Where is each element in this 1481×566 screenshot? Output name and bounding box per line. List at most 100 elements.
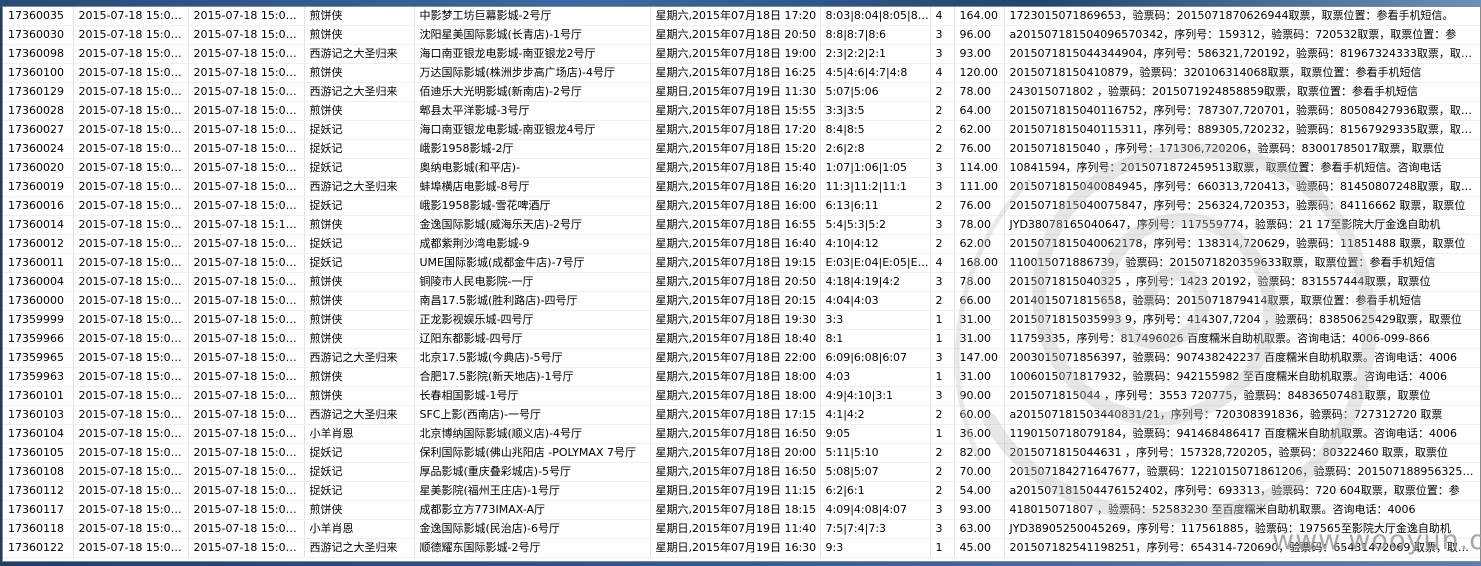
table-row[interactable]: 17360112 2015-07-18 15:04:48 2015-07-18 15… xyxy=(3,481,1480,501)
cell-pay-time: 2015-07-18 15:05:24 xyxy=(188,405,305,425)
cell-ticket-count: 2 xyxy=(930,101,955,121)
cell-amount: 64.00 xyxy=(954,101,1005,121)
cell-pay-time: 2015-07-18 15:09:00 xyxy=(188,272,305,292)
cell-movie-title: 西游记之大圣归来 xyxy=(304,405,415,425)
cell-movie-title: 煎饼侠 xyxy=(304,310,415,330)
cell-seats: 6:09|6:08|6:07 xyxy=(820,348,931,368)
table-row[interactable]: 17360129 2015-07-18 15:04:59 2015-07-18 15… xyxy=(3,82,1480,102)
cell-ticket-count: 1 xyxy=(930,310,955,330)
cell-create-time: 2015-07-18 15:03:59 xyxy=(73,310,189,330)
cell-create-time: 2015-07-18 15:04:04 xyxy=(73,272,189,292)
cell-show-time: 星期日,2015年07月19日 11:15 xyxy=(650,481,821,501)
cell-create-time: 2015-07-18 15:04:57 xyxy=(73,538,189,558)
cell-create-time: 2015-07-18 15:04:45 xyxy=(73,386,189,406)
table-row[interactable]: 17360030 2015-07-18 15:04:12 2015-07-18 15… xyxy=(3,25,1480,45)
table-row[interactable]: 17360122 2015-07-18 15:04:57 2015-07-18 15… xyxy=(3,538,1480,558)
cell-movie-title: 小羊肖恩 xyxy=(304,424,415,444)
table-row[interactable]: 17360035 2015-07-18 15:04:15 2015-07-18 15… xyxy=(3,7,1480,26)
cell-order-id: 17360027 xyxy=(3,120,74,140)
table-row[interactable]: 17360098 2015-07-18 15:04:44 2015-07-18 15… xyxy=(3,44,1480,64)
table-row[interactable]: 17360014 2015-07-18 15:04:07 2015-07-18 15… xyxy=(3,215,1480,235)
table-row[interactable]: 17360118 2015-07-18 15:04:53 2015-07-18 15… xyxy=(3,519,1480,539)
table-row[interactable]: 17360027 2015-07-18 15:04:11 2015-07-18 15… xyxy=(3,120,1480,140)
table-row[interactable]: 17360000 2015-07-18 15:04:00 2015-07-18 15… xyxy=(3,291,1480,311)
cell-cinema-hall: 顺德耀东国际影城-2号厅 xyxy=(414,538,651,558)
table-row[interactable]: 17360104 2015-07-18 15:04:47 2015-07-18 15… xyxy=(3,424,1480,444)
cell-pay-time: 2015-07-18 15:05:33 xyxy=(188,177,305,197)
table-row[interactable]: 17360103 2015-07-18 15:04:45 2015-07-18 15… xyxy=(3,405,1480,425)
cell-ticket-code-info: a2015071815040965703​42，序列号：159312，验票码：7… xyxy=(1004,25,1480,45)
table-row[interactable]: 17360016 2015-07-18 15:04:08 2015-07-18 15… xyxy=(3,196,1480,216)
table-row[interactable]: 17359965 2015-07-18 15:03:40 2015-07-18 15… xyxy=(3,348,1480,368)
cell-order-id: 17360105 xyxy=(3,443,74,463)
cell-create-time: 2015-07-18 15:04:52 xyxy=(73,500,189,520)
cell-seats: 3:3|3:5 xyxy=(820,101,931,121)
cell-cinema-hall: 北京博纳国际影城(顺义店)-4号厅 xyxy=(414,424,651,444)
cell-pay-time: 2015-07-18 15:05:37 xyxy=(188,386,305,406)
cell-order-id: 17360104 xyxy=(3,424,74,444)
table-row[interactable]: 17360105 2015-07-18 15:04:47 2015-07-18 15… xyxy=(3,443,1480,463)
table-row[interactable]: 17359999 2015-07-18 15:03:59 2015-07-18 15… xyxy=(3,310,1480,330)
cell-cinema-hall: 铜陵市人民电影院-一厅 xyxy=(414,272,651,292)
cell-seats: 9:3 xyxy=(820,538,931,558)
cell-pay-time: 2015-07-18 15:04:50 xyxy=(188,158,305,178)
table-row[interactable]: 17360117 2015-07-18 15:04:52 2015-07-18 15… xyxy=(3,500,1480,520)
cell-ticket-code-info: 10841594，序列号：2015071872459513取票，取票位置：参看手… xyxy=(1004,158,1480,178)
cell-movie-title: 捉妖记 xyxy=(304,253,415,273)
cell-amount: 76.00 xyxy=(954,196,1005,216)
cell-amount: 90.00 xyxy=(954,386,1005,406)
cell-cinema-hall: 万达国际影城(株洲步步高广场店)-4号厅 xyxy=(414,63,651,83)
cell-amount: 147.00 xyxy=(954,348,1005,368)
cell-order-id: 17360019 xyxy=(3,177,74,197)
cell-amount: 76.00 xyxy=(954,139,1005,159)
cell-seats: 2:3|2:2|2:1 xyxy=(820,44,931,64)
table-row[interactable]: 17360011 2015-07-18 15:04:06 2015-07-18 15… xyxy=(3,253,1480,273)
cell-order-id: 17360112 xyxy=(3,481,74,501)
cell-pay-time: 2015-07-18 15:07:09 xyxy=(188,519,305,539)
cell-cinema-hall: 金逸国际影城(威海乐天店)-2号厅 xyxy=(414,215,651,235)
cell-ticket-count: 3 xyxy=(930,44,955,64)
table-row[interactable]: 17360012 2015-07-18 15:04:06 2015-07-18 15… xyxy=(3,234,1480,254)
cell-ticket-count: 3 xyxy=(930,215,955,235)
cell-order-id: 17360004 xyxy=(3,272,74,292)
cell-pay-time: 2015-07-18 15:07:45 xyxy=(188,196,305,216)
cell-show-time: 星期六,2015年07月18日 22:00 xyxy=(650,348,821,368)
cell-movie-title: 煎饼侠 xyxy=(304,101,415,121)
table-row[interactable]: 17359963 2015-07-18 15:03:40 2015-07-18 15… xyxy=(3,367,1480,387)
cell-movie-title: 煎饼侠 xyxy=(304,291,415,311)
cell-movie-title: 煎饼侠 xyxy=(304,7,415,26)
cell-ticket-count: 1 xyxy=(930,367,955,387)
cell-ticket-count: 3 xyxy=(930,519,955,539)
table-row[interactable]: 17360108 2015-07-18 15:04:47 2015-07-18 15… xyxy=(3,462,1480,482)
order-records-grid-window: 17360035 2015-07-18 15:04:15 2015-07-18 15… xyxy=(2,6,1481,562)
table-row[interactable]: 17360019 2015-07-18 15:04:08 2015-07-18 15… xyxy=(3,177,1480,197)
table-row[interactable]: 17360024 2015-07-18 15:04:09 2015-07-18 15… xyxy=(3,139,1480,159)
table-row[interactable]: 17359966 2015-07-18 15:03:41 2015-07-18 15… xyxy=(3,329,1480,349)
cell-order-id: 17360035 xyxy=(3,7,74,26)
cell-create-time: 2015-07-18 15:04:00 xyxy=(73,291,189,311)
cell-cinema-hall: 合肥17.5影院(新天地店)-1号厅 xyxy=(414,367,651,387)
table-row[interactable]: 17360020 2015-07-18 15:04:08 2015-07-18 15… xyxy=(3,158,1480,178)
cell-cinema-hall: 厚品影城(重庆叠彩城店)-5号厅 xyxy=(414,462,651,482)
cell-ticket-count: 1 xyxy=(930,424,955,444)
cell-pay-time: 2015-07-18 15:04:33 xyxy=(188,120,305,140)
cell-create-time: 2015-07-18 15:04:12 xyxy=(73,25,189,45)
cell-ticket-code-info: 2015071815040084945，序列号：660313,720413，验票… xyxy=(1004,177,1480,197)
cell-create-time: 2015-07-18 15:03:41 xyxy=(73,329,189,349)
table-row[interactable]: 17360028 2015-07-18 15:04:11 2015-07-18 15… xyxy=(3,101,1480,121)
cell-create-time: 2015-07-18 15:04:08 xyxy=(73,177,189,197)
cell-cinema-hall: 正龙影视娱乐城-四号厅 xyxy=(414,310,651,330)
cell-movie-title: 捉妖记 xyxy=(304,139,415,159)
cell-pay-time: 2015-07-18 15:05:24 xyxy=(188,7,305,26)
cell-cinema-hall: 南昌17.5影城(胜利路店)-四号厅 xyxy=(414,291,651,311)
cell-pay-time: 2015-07-18 15:08:02 xyxy=(188,443,305,463)
cell-ticket-code-info: 2015071815035993 9，序列号：414307,7204 ，验票码：… xyxy=(1004,310,1480,330)
cell-movie-title: 西游记之大圣归来 xyxy=(304,177,415,197)
cell-seats: 4:18|4:19|4:2 xyxy=(820,272,931,292)
table-row[interactable]: 17360004 2015-07-18 15:04:04 2015-07-18 15… xyxy=(3,272,1480,292)
cell-pay-time: 2015-07-18 15:05:00 xyxy=(188,310,305,330)
cell-movie-title: 捉妖记 xyxy=(304,120,415,140)
table-row[interactable]: 17360101 2015-07-18 15:04:45 2015-07-18 15… xyxy=(3,386,1480,406)
cell-amount: 45.00 xyxy=(954,538,1005,558)
table-row[interactable]: 17360100 2015-07-18 15:04:44 2015-07-18 15… xyxy=(3,63,1480,83)
